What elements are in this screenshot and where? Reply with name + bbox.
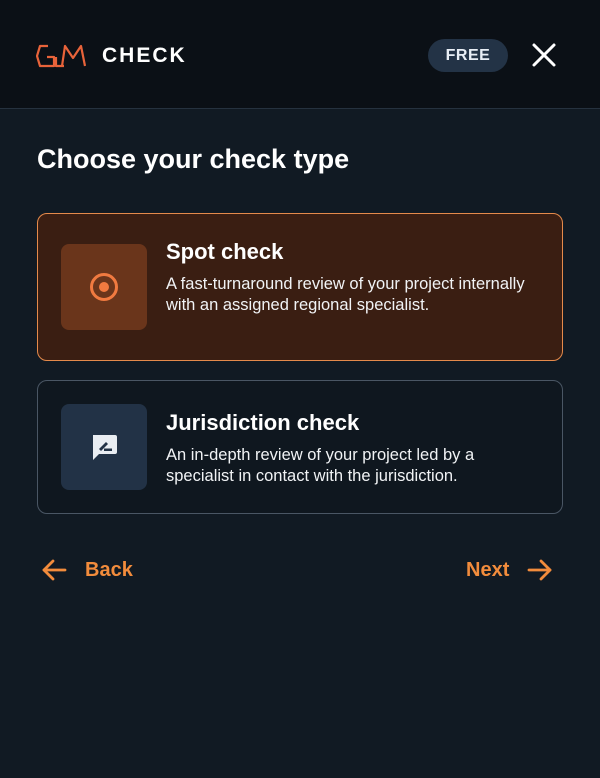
option-description: A fast-turnaround review of your project…: [166, 275, 525, 314]
option-card-jurisdiction-check[interactable]: Jurisdiction check An in-depth review of…: [37, 380, 563, 514]
message-edit-icon: [93, 435, 117, 460]
back-label: Back: [85, 558, 133, 581]
close-icon[interactable]: [530, 41, 558, 69]
option-description: An in-depth review of your project led b…: [166, 446, 475, 485]
target-icon: [90, 273, 118, 301]
option-icon-box: [61, 244, 147, 330]
arrow-left-icon: [42, 559, 67, 581]
option-title: Spot check: [166, 239, 284, 264]
option-card-spot-check[interactable]: Spot check A fast-turnaround review of y…: [37, 213, 563, 361]
option-icon-box: [61, 404, 147, 490]
app-title: CHECK: [102, 44, 187, 67]
next-button[interactable]: Next: [466, 556, 553, 584]
arrow-right-icon: [527, 559, 552, 581]
back-button[interactable]: Back: [41, 556, 133, 584]
page-title: Choose your check type: [37, 144, 350, 174]
logo-icon: [36, 44, 86, 68]
next-label: Next: [466, 558, 510, 581]
header-bar: CHECK FREE: [0, 0, 600, 109]
option-title: Jurisdiction check: [166, 410, 360, 435]
plan-badge: FREE: [428, 39, 508, 72]
